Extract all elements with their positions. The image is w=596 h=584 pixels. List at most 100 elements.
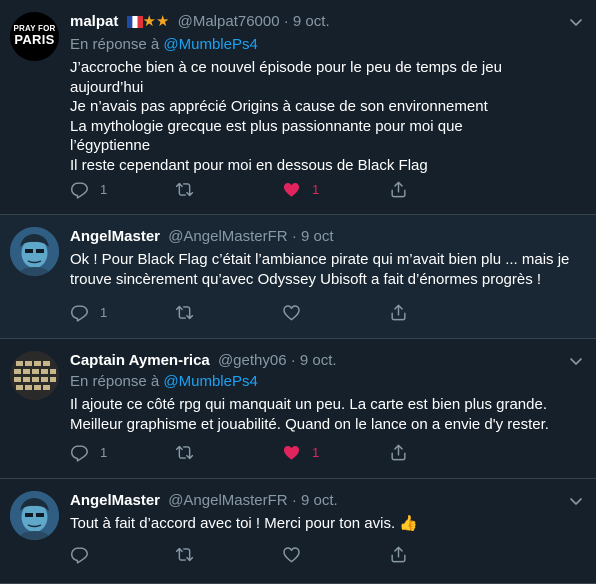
retweet-icon bbox=[175, 545, 194, 564]
avatar[interactable] bbox=[10, 227, 59, 276]
reply-mention-link[interactable]: @MumblePs4 bbox=[163, 36, 257, 53]
like-count: 1 bbox=[312, 181, 320, 197]
heart-icon bbox=[282, 443, 301, 462]
author-name[interactable]: Captain Aymen-rica bbox=[70, 352, 210, 369]
tweet-date[interactable]: 9 oct. bbox=[293, 13, 330, 30]
reply-button[interactable]: 1 bbox=[70, 301, 107, 323]
tweet-text-line: Meilleur graphisme et jouabilité. Quand … bbox=[70, 415, 549, 433]
tweet[interactable]: PRAY FOR PARIS malpat ★★ @Malpat76000 · … bbox=[0, 0, 596, 215]
heart-icon bbox=[282, 180, 301, 199]
reply-mention-link[interactable]: @MumblePs4 bbox=[163, 373, 257, 390]
share-button[interactable] bbox=[389, 441, 408, 463]
reply-count: 1 bbox=[100, 304, 108, 320]
thumbs-up-icon: 👍 bbox=[399, 515, 419, 532]
author-name[interactable]: AngelMaster bbox=[70, 228, 160, 245]
tweet-text-line: Il ajoute ce côté rpg qui manquait un pe… bbox=[70, 396, 547, 413]
tweet-text: Il ajoute ce côté rpg qui manquait un pe… bbox=[70, 395, 582, 434]
star-icon: ★ bbox=[155, 13, 170, 30]
reply-button[interactable] bbox=[70, 543, 89, 565]
author-handle[interactable]: @Malpat76000 bbox=[178, 13, 280, 30]
avatar[interactable] bbox=[10, 351, 59, 400]
reply-count: 1 bbox=[100, 181, 108, 197]
tweet-date[interactable]: 9 oct. bbox=[301, 492, 338, 509]
heart-icon bbox=[282, 303, 301, 322]
tweet-text-line: Tout à fait d’accord avec toi ! Merci po… bbox=[70, 514, 582, 534]
author-name[interactable]: AngelMaster bbox=[70, 492, 160, 509]
chevron-down-icon[interactable] bbox=[568, 493, 584, 509]
retweet-button[interactable] bbox=[175, 178, 194, 200]
retweet-button[interactable] bbox=[175, 543, 194, 565]
reply-context: En réponse à @MumblePs4 bbox=[70, 372, 582, 392]
tweet-header: AngelMaster @AngelMasterFR · 9 oct. bbox=[70, 491, 582, 511]
share-button[interactable] bbox=[389, 543, 408, 565]
like-count: 1 bbox=[312, 444, 320, 460]
share-button[interactable] bbox=[389, 178, 408, 200]
reply-button[interactable]: 1 bbox=[70, 441, 107, 463]
tweet-text: Tout à fait d’accord avec toi ! Merci po… bbox=[70, 514, 582, 534]
retweet-icon bbox=[175, 180, 194, 199]
reply-count: 1 bbox=[100, 444, 108, 460]
share-icon bbox=[389, 180, 408, 199]
tweet-header: AngelMaster @AngelMasterFR · 9 oct bbox=[70, 227, 582, 247]
tweet-text-line: Il reste cependant pour moi en dessous d… bbox=[70, 156, 428, 174]
like-button[interactable]: 1 bbox=[282, 441, 319, 463]
reply-icon bbox=[70, 303, 89, 322]
reply-prefix: En réponse à bbox=[70, 373, 160, 390]
reply-icon bbox=[70, 443, 89, 462]
chevron-down-icon[interactable] bbox=[568, 353, 584, 369]
avatar-text-line: PARIS bbox=[14, 32, 55, 47]
author-handle[interactable]: @AngelMasterFR bbox=[168, 492, 287, 509]
reply-context: En réponse à @MumblePs4 bbox=[70, 35, 582, 55]
reply-icon bbox=[70, 180, 89, 199]
share-icon bbox=[389, 443, 408, 462]
tweet-header: malpat ★★ @Malpat76000 · 9 oct. bbox=[70, 12, 582, 34]
tweet-text-line: J’accroche bien à ce nouvel épisode pour… bbox=[70, 59, 502, 76]
tweet-text-line: La mythologie grecque est plus passionna… bbox=[70, 117, 463, 135]
tweet-actions: 1 1 bbox=[70, 441, 490, 463]
separator-dot: · bbox=[291, 492, 297, 509]
star-icon: ★ bbox=[142, 13, 156, 30]
tweet-actions: 1 1 bbox=[70, 178, 490, 200]
tweet-text-content: Tout à fait d’accord avec toi ! Merci po… bbox=[70, 515, 396, 532]
avatar-image bbox=[10, 351, 59, 400]
avatar-image bbox=[10, 491, 59, 540]
tweet-text-line: trouve sincèrement qu’avec Odyssey Ubiso… bbox=[70, 270, 542, 288]
author-handle[interactable]: @gethy06 bbox=[218, 352, 287, 369]
avatar[interactable]: PRAY FOR PARIS bbox=[10, 12, 59, 61]
tweet-actions bbox=[70, 543, 490, 565]
chevron-down-icon[interactable] bbox=[568, 14, 584, 30]
tweet-text: J’accroche bien à ce nouvel épisode pour… bbox=[70, 58, 582, 175]
separator-dot: · bbox=[291, 228, 297, 245]
like-button[interactable] bbox=[282, 543, 301, 565]
tweet-text-line: Ok ! Pour Black Flag c’était l’ambiance … bbox=[70, 251, 570, 268]
separator-dot: · bbox=[290, 352, 296, 369]
tweet-actions: 1 bbox=[70, 301, 490, 323]
tweet[interactable]: AngelMaster @AngelMasterFR · 9 oct Ok ! … bbox=[0, 215, 596, 339]
tweet[interactable]: Captain Aymen-rica @gethy06 · 9 oct. En … bbox=[0, 339, 596, 479]
tweet[interactable]: AngelMaster @AngelMasterFR · 9 oct. Tout… bbox=[0, 479, 596, 584]
author-name[interactable]: malpat bbox=[70, 13, 118, 30]
tweet-date[interactable]: 9 oct. bbox=[300, 352, 337, 369]
heart-icon bbox=[282, 545, 301, 564]
share-button[interactable] bbox=[389, 301, 408, 323]
reply-icon bbox=[70, 545, 89, 564]
like-button[interactable] bbox=[282, 301, 301, 323]
tweet-date[interactable]: 9 oct bbox=[301, 228, 334, 245]
tweet-text-line: Je n’avais pas apprécié Origins à cause … bbox=[70, 98, 488, 115]
reply-button[interactable]: 1 bbox=[70, 178, 107, 200]
retweet-icon bbox=[175, 443, 194, 462]
reply-prefix: En réponse à bbox=[70, 36, 160, 53]
author-handle[interactable]: @AngelMasterFR bbox=[168, 228, 287, 245]
avatar[interactable] bbox=[10, 491, 59, 540]
flag-france-icon bbox=[126, 14, 143, 34]
separator-dot: · bbox=[283, 13, 289, 30]
tweet-header: Captain Aymen-rica @gethy06 · 9 oct. bbox=[70, 351, 582, 371]
share-icon bbox=[389, 545, 408, 564]
avatar-image bbox=[10, 227, 59, 276]
like-button[interactable]: 1 bbox=[282, 178, 319, 200]
tweet-text-line: l’égyptienne bbox=[70, 137, 151, 154]
tweet-text-line: aujourd’hui bbox=[70, 78, 144, 96]
retweet-button[interactable] bbox=[175, 301, 194, 323]
retweet-button[interactable] bbox=[175, 441, 194, 463]
share-icon bbox=[389, 303, 408, 322]
